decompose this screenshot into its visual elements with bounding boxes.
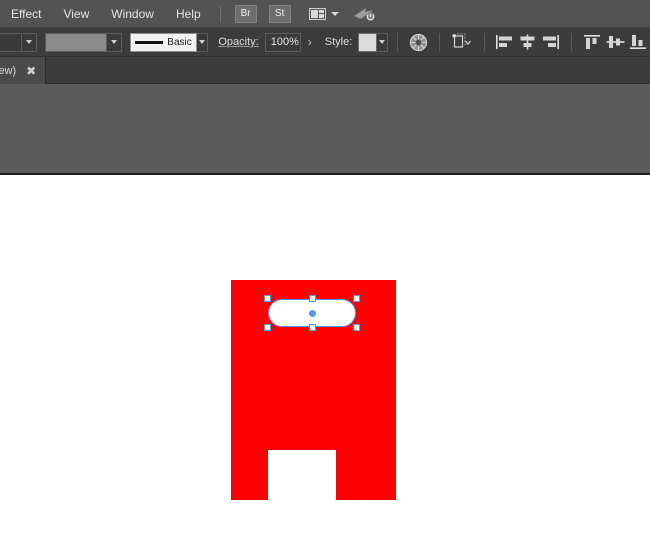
align-center-horizontal-icon[interactable] [518,31,537,53]
control-divider [397,32,398,52]
bridge-icon[interactable]: Br [234,4,257,23]
align-bottom-icon[interactable] [629,31,648,53]
chevron-down-icon[interactable] [21,33,37,51]
control-divider [483,32,485,52]
stroke-profile-dropdown[interactable]: Basic [130,32,197,52]
control-divider [571,32,572,52]
handle-top-right[interactable] [353,295,360,302]
control-divider [438,32,440,52]
workspace-layout-icon [308,7,326,20]
opacity-label: Opacity: [218,36,259,48]
stroke-profile-label: Basic [167,36,192,48]
chevron-down-icon [330,11,339,16]
handle-bottom-center[interactable] [308,324,316,331]
align-middle-vertical-icon[interactable] [606,31,625,53]
close-icon[interactable]: ✖ [26,64,36,78]
menu-item-view[interactable]: View [52,2,100,26]
chevron-down-icon[interactable] [106,33,122,51]
menu-bar: Effect View Window Help Br St [0,0,650,28]
stroke-profile-preview [135,40,164,44]
handle-bottom-left[interactable] [264,324,271,331]
align-left-icon[interactable] [495,31,514,53]
chevron-down-icon[interactable] [196,32,209,52]
chevron-down-icon[interactable] [376,32,389,52]
red-arch-left-leg[interactable] [231,450,268,500]
stock-icon[interactable]: St [268,4,291,23]
menu-item-help[interactable]: Help [165,2,212,26]
align-right-icon[interactable] [541,31,560,53]
menu-item-window[interactable]: Window [100,2,165,26]
menu-divider [219,5,221,22]
handle-top-left[interactable] [264,295,271,302]
style-label: Style: [324,36,353,48]
document-tab[interactable]: iew) ✖ [0,57,47,84]
graphic-style-swatch[interactable] [358,32,377,52]
creative-cloud-icon[interactable] [353,6,375,22]
red-arch-right-leg[interactable] [336,450,396,500]
align-top-icon[interactable] [583,31,602,53]
center-anchor-point[interactable] [308,309,316,317]
stroke-weight-dropdown[interactable] [45,32,123,52]
document-tab-title: iew) [0,64,17,77]
handle-top-center[interactable] [308,295,316,302]
transform-shape-icon[interactable] [451,31,473,53]
recolor-artwork-icon[interactable] [409,31,428,53]
opacity-input[interactable]: 100% [264,32,301,52]
fill-color-dropdown[interactable] [0,32,38,52]
stroke-weight-field[interactable] [46,33,107,51]
chevron-right-icon[interactable]: › [305,35,315,49]
workspace-panel-area [0,84,650,175]
workspace-switcher-button[interactable] [308,7,339,20]
handle-bottom-right[interactable] [353,324,360,331]
illustrator-window: Effect View Window Help Br St Basic Opac… [0,0,650,538]
document-tab-bar: iew) ✖ [0,57,650,84]
selection-bounding-box [264,295,360,331]
menu-item-effect[interactable]: Effect [0,2,52,26]
fill-color-swatch [0,34,21,51]
control-bar: Basic Opacity: 100% › Style: [0,28,650,57]
artboard-canvas[interactable] [0,177,650,538]
